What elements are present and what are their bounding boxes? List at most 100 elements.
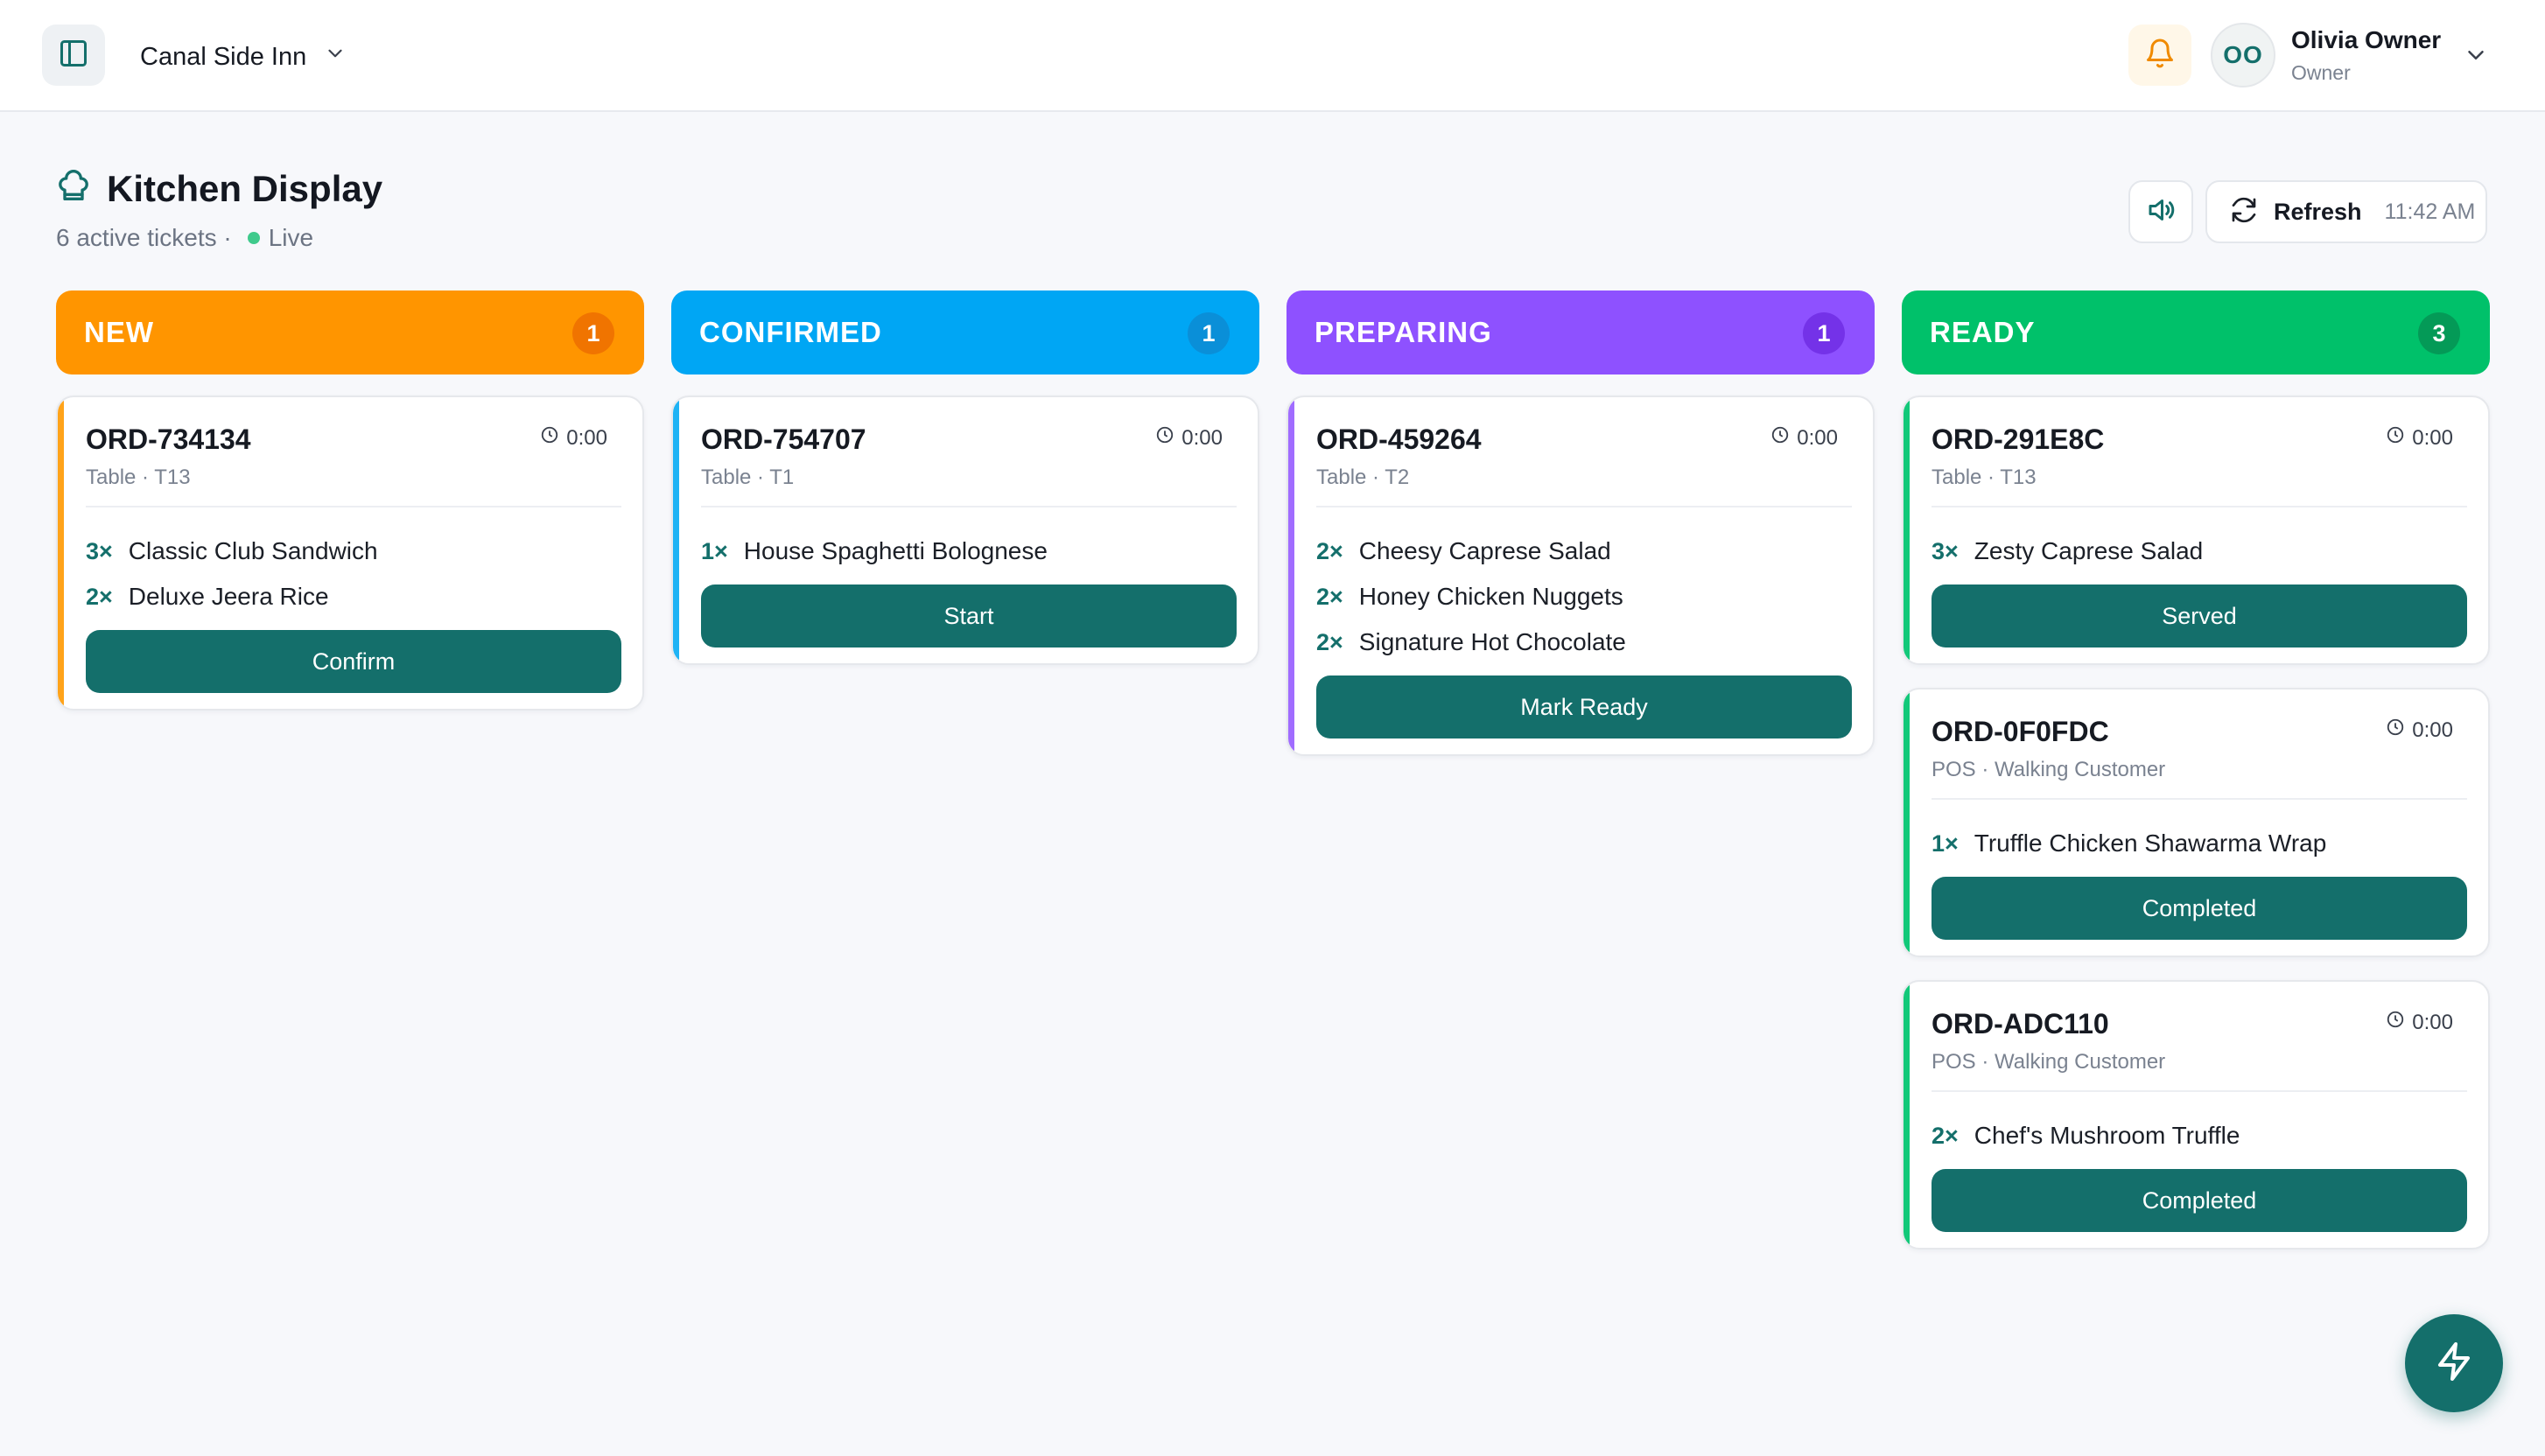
speaker-icon xyxy=(2145,194,2177,230)
divider xyxy=(1932,1090,2467,1092)
column-new: NEW 1 ORD-734134 0:00 Table · T13 3× Clas… xyxy=(56,290,644,710)
item-quantity: 3× xyxy=(1932,537,1959,564)
clock-icon xyxy=(2386,425,2405,451)
list-item: 2× Deluxe Jeera Rice xyxy=(86,574,378,620)
order-id: ORD-291E8C xyxy=(1932,424,2105,455)
chevron-down-icon xyxy=(324,42,347,72)
active-tickets-count: 6 active tickets · xyxy=(56,224,232,251)
column-title: NEW xyxy=(84,316,154,348)
item-name: Zesty Caprese Salad xyxy=(1974,537,2204,564)
order-ticket[interactable]: ORD-734134 0:00 Table · T13 3× Classic Cl… xyxy=(56,396,644,710)
ticket-accent xyxy=(1903,397,1910,663)
item-name: Signature Hot Chocolate xyxy=(1358,628,1626,655)
completed-button[interactable]: Completed xyxy=(1932,1169,2467,1232)
lightning-icon xyxy=(2433,1340,2475,1387)
item-name: Classic Club Sandwich xyxy=(128,537,378,564)
ticket-timer: 0:00 xyxy=(2386,1010,2453,1035)
list-item: 2× Signature Hot Chocolate xyxy=(1316,620,1626,665)
sidebar-toggle-button[interactable] xyxy=(42,24,105,86)
ticket-summary: 6 active tickets · Live xyxy=(56,224,313,252)
item-name: House Spaghetti Bolognese xyxy=(743,537,1048,564)
sound-toggle-button[interactable] xyxy=(2128,180,2193,243)
order-table: Table · T13 xyxy=(86,466,191,489)
clock-icon xyxy=(1770,425,1790,451)
refresh-icon xyxy=(2230,196,2258,228)
ticket-accent xyxy=(1903,982,1910,1248)
order-id: ORD-459264 xyxy=(1316,424,1482,455)
item-quantity: 2× xyxy=(1316,537,1343,564)
item-quantity: 1× xyxy=(1932,830,1959,857)
order-ticket[interactable]: ORD-ADC110 0:00 POS · Walking Customer 2… xyxy=(1902,980,2490,1250)
divider xyxy=(1932,798,2467,800)
column-preparing: PREPARING 1 ORD-459264 0:00 Table · T2 2… xyxy=(1287,290,1875,756)
timer-value: 0:00 xyxy=(1181,425,1223,450)
order-source: POS · Walking Customer xyxy=(1932,1050,2166,1074)
page-title: Kitchen Display xyxy=(107,168,383,209)
column-title: READY xyxy=(1930,316,2036,348)
column-count-badge: 1 xyxy=(1188,312,1230,354)
ticket-items: 2× Cheesy Caprese Salad 2× Honey Chicken N… xyxy=(1316,528,1626,665)
avatar[interactable]: OO xyxy=(2211,23,2275,88)
list-item: 3× Classic Club Sandwich xyxy=(86,528,378,574)
top-bar: Canal Side Inn OO Olivia Owner Owner xyxy=(0,0,2545,112)
item-quantity: 3× xyxy=(86,537,113,564)
timer-value: 0:00 xyxy=(566,425,607,450)
column-title: CONFIRMED xyxy=(699,316,882,348)
timer-value: 0:00 xyxy=(2412,1010,2453,1034)
ticket-timer: 0:00 xyxy=(2386,718,2453,743)
item-quantity: 2× xyxy=(1316,628,1343,655)
ticket-items: 3× Classic Club Sandwich 2× Deluxe Jeera R… xyxy=(86,528,378,620)
order-ticket[interactable]: ORD-754707 0:00 Table · T1 1× House Spagh… xyxy=(671,396,1259,665)
item-name: Truffle Chicken Shawarma Wrap xyxy=(1974,830,2327,857)
order-id: ORD-754707 xyxy=(701,424,866,455)
live-status-dot xyxy=(247,232,260,244)
ticket-timer: 0:00 xyxy=(2386,425,2453,451)
order-id: ORD-734134 xyxy=(86,424,251,455)
refresh-label: Refresh xyxy=(2274,198,2362,225)
column-count-badge: 3 xyxy=(2418,312,2460,354)
order-table: Table · T1 xyxy=(701,466,795,489)
order-ticket[interactable]: ORD-0F0FDC 0:00 POS · Walking Customer 1… xyxy=(1902,688,2490,957)
column-header: PREPARING 1 xyxy=(1287,290,1875,374)
quick-action-button[interactable] xyxy=(2405,1314,2503,1412)
clock-icon xyxy=(540,425,559,451)
last-refresh-time: 11:42 AM xyxy=(2384,199,2476,224)
order-id: ORD-0F0FDC xyxy=(1932,716,2109,747)
divider xyxy=(1316,506,1852,508)
list-item: 2× Cheesy Caprese Salad xyxy=(1316,528,1626,574)
chevron-down-icon[interactable] xyxy=(2463,42,2489,73)
served-button[interactable]: Served xyxy=(1932,584,2467,648)
start-button[interactable]: Start xyxy=(701,584,1237,648)
venue-selector[interactable]: Canal Side Inn xyxy=(140,35,347,79)
completed-button[interactable]: Completed xyxy=(1932,877,2467,940)
item-name: Honey Chicken Nuggets xyxy=(1358,583,1623,610)
venue-name: Canal Side Inn xyxy=(140,42,307,71)
order-ticket[interactable]: ORD-459264 0:00 Table · T2 2× Cheesy Capr… xyxy=(1287,396,1875,756)
live-label: Live xyxy=(268,224,314,251)
user-menu[interactable]: Olivia Owner Owner xyxy=(2291,26,2441,85)
column-count-badge: 1 xyxy=(1803,312,1845,354)
column-header: READY 3 xyxy=(1902,290,2490,374)
order-table: Table · T2 xyxy=(1316,466,1410,489)
divider xyxy=(701,506,1237,508)
divider xyxy=(86,506,621,508)
refresh-button[interactable]: Refresh 11:42 AM xyxy=(2205,180,2487,243)
item-quantity: 2× xyxy=(1932,1122,1959,1149)
ticket-items: 2× Chef's Mushroom Truffle xyxy=(1932,1113,2240,1158)
clock-icon xyxy=(1155,425,1174,451)
sidebar-panel-icon xyxy=(58,38,89,74)
timer-value: 0:00 xyxy=(2412,718,2453,742)
ticket-timer: 0:00 xyxy=(540,425,607,451)
confirm-button[interactable]: Confirm xyxy=(86,630,621,693)
notifications-button[interactable] xyxy=(2128,24,2191,86)
ticket-items: 1× House Spaghetti Bolognese xyxy=(701,528,1048,574)
order-table: Table · T13 xyxy=(1932,466,2037,489)
column-title: PREPARING xyxy=(1315,316,1492,348)
divider xyxy=(1932,506,2467,508)
user-name: Olivia Owner xyxy=(2291,26,2442,53)
order-ticket[interactable]: ORD-291E8C 0:00 Table · T13 3× Zesty Capr… xyxy=(1902,396,2490,665)
ticket-accent xyxy=(673,397,679,663)
mark-ready-button[interactable]: Mark Ready xyxy=(1316,676,1852,738)
ticket-items: 3× Zesty Caprese Salad xyxy=(1932,528,2203,574)
ticket-accent xyxy=(1288,397,1294,754)
